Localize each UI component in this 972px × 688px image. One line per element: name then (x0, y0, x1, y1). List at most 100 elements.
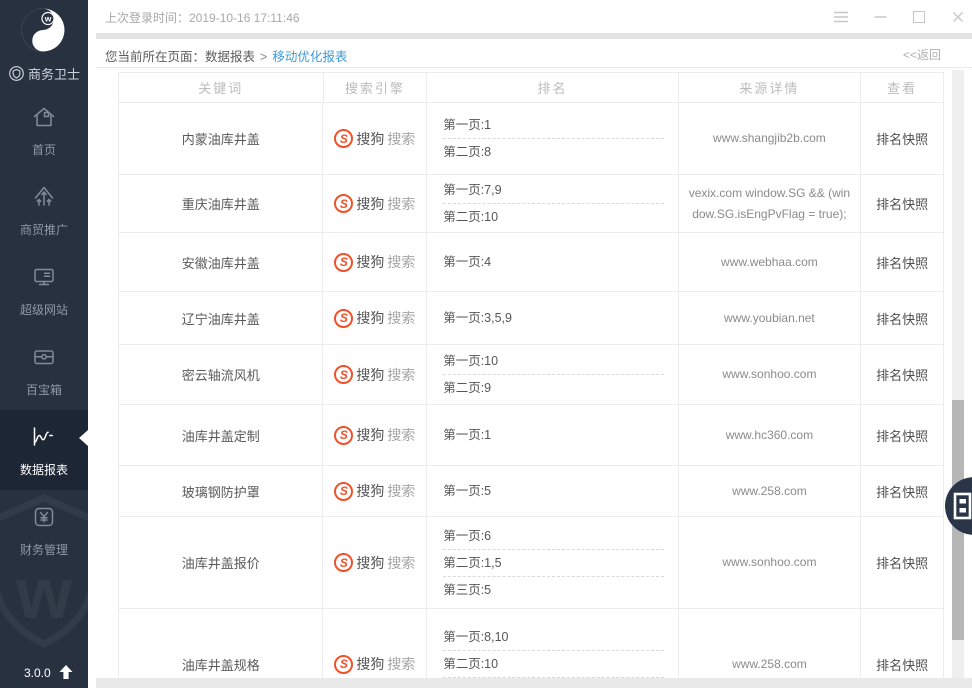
breadcrumb-text: 您当前所在页面：数据报表>移动优化报表 (105, 46, 347, 65)
header-rank: 排名 (427, 73, 678, 102)
website-icon (31, 264, 57, 290)
rank-line: 第三页:5 (443, 576, 663, 603)
rank-line: 第一页:1 (443, 422, 663, 448)
sidebar-item-label: 超级网站 (0, 301, 88, 318)
snapshot-link[interactable]: 排名快照 (861, 517, 943, 608)
engine-cell: S 搜狗搜索 (323, 103, 427, 174)
keyword-cell: 油库井盖定制 (119, 405, 323, 465)
header-view: 查看 (861, 73, 943, 102)
sidebar-item-promotion[interactable]: 商贸推广 (0, 170, 88, 250)
engine-cell: S 搜狗搜索 (323, 175, 427, 232)
rank-cell: 第一页:1 第二页:8 (427, 103, 678, 174)
promotion-icon (31, 184, 57, 210)
keyword-cell: 玻璃钢防护罩 (119, 466, 323, 516)
sidebar: w 商务卫士 首页 (0, 0, 88, 688)
title-bar: 上次登录时间：2019-10-16 17:11:46 (88, 0, 972, 33)
sogou-icon: S (334, 553, 353, 572)
rank-cell: 第一页:6 第二页:1,5 第三页:5 (427, 517, 678, 608)
breadcrumb-section: 数据报表 (205, 50, 255, 64)
bottom-strip (96, 678, 972, 688)
table-row: 油库井盖定制 S 搜狗搜索 第一页:1 www.hc360.com 排名快照 (119, 405, 943, 466)
content-area: 关键词 搜索引擎 排名 来源详情 查看 内蒙油库井盖 S 搜狗搜索 第一页:1 … (88, 68, 972, 688)
sidebar-item-home[interactable]: 首页 (0, 90, 88, 170)
table-row: 安徽油库井盖 S 搜狗搜索 第一页:4 www.webhaa.com 排名快照 (119, 233, 943, 292)
breadcrumb-current-link[interactable]: 移动优化报表 (272, 50, 347, 64)
version-number: 3.0.0 (24, 666, 51, 680)
sogou-icon: S (334, 365, 353, 384)
engine-cell: S 搜狗搜索 (323, 233, 427, 291)
engine-name-suffix: 搜索 (387, 425, 415, 445)
snapshot-link[interactable]: 排名快照 (861, 175, 943, 232)
rank-line: 第一页:8,10 (443, 624, 663, 650)
minimize-icon[interactable] (872, 9, 888, 25)
shield-badge-icon (8, 65, 25, 82)
engine-name: 搜狗 (356, 553, 384, 573)
sidebar-item-reports[interactable]: 数据报表 (0, 410, 88, 490)
sogou-icon: S (334, 426, 353, 445)
update-arrow-icon[interactable] (58, 664, 74, 683)
sidebar-item-website[interactable]: 超级网站 (0, 250, 88, 330)
table-row: 玻璃钢防护罩 S 搜狗搜索 第一页:5 www.258.com 排名快照 (119, 466, 943, 517)
engine-name: 搜狗 (356, 194, 384, 214)
engine-name: 搜狗 (356, 252, 384, 272)
engine-name: 搜狗 (356, 129, 384, 149)
source-cell: www.258.com (679, 609, 862, 688)
source-cell: www.sonhoo.com (679, 517, 862, 608)
keyword-cell: 重庆油库井盖 (119, 175, 323, 232)
engine-name: 搜狗 (356, 654, 384, 674)
snapshot-link[interactable]: 排名快照 (861, 233, 943, 291)
source-cell: www.258.com (679, 466, 862, 516)
snapshot-link[interactable]: 排名快照 (861, 466, 943, 516)
shield-watermark: w (0, 488, 88, 688)
snapshot-link[interactable]: 排名快照 (861, 292, 943, 344)
close-icon[interactable] (950, 9, 966, 25)
vertical-scrollbar-track[interactable] (952, 70, 964, 678)
sogou-icon: S (334, 482, 353, 501)
svg-text:w: w (44, 14, 52, 24)
snapshot-link[interactable]: 排名快照 (861, 405, 943, 465)
rank-line: 第二页:1,5 (443, 549, 663, 576)
sidebar-item-label: 百宝箱 (0, 381, 88, 398)
engine-name-suffix: 搜索 (387, 654, 415, 674)
sidebar-item-toolbox[interactable]: 百宝箱 (0, 330, 88, 410)
keyword-cell: 内蒙油库井盖 (119, 103, 323, 174)
rank-cell: 第一页:8,10 第二页:10 第三页:9 (427, 609, 678, 688)
sogou-icon: S (334, 253, 353, 272)
keyword-cell: 油库井盖报价 (119, 517, 323, 608)
header-engine: 搜索引擎 (324, 73, 428, 102)
menu-icon[interactable] (833, 9, 849, 25)
engine-name: 搜狗 (356, 481, 384, 501)
snapshot-link[interactable]: 排名快照 (861, 609, 943, 688)
source-cell: www.shangjib2b.com (679, 103, 862, 174)
rank-cell: 第一页:10 第二页:9 (427, 345, 678, 404)
engine-name-suffix: 搜索 (387, 252, 415, 272)
rank-cell: 第一页:1 (427, 405, 678, 465)
rank-line: 第二页:10 (443, 650, 663, 677)
active-notch (79, 430, 88, 446)
brand: 商务卫士 (0, 64, 88, 83)
sogou-icon: S (334, 309, 353, 328)
engine-name-suffix: 搜索 (387, 194, 415, 214)
toolbox-icon (31, 344, 57, 370)
engine-name: 搜狗 (356, 365, 384, 385)
app-window: w 商务卫士 首页 (0, 0, 972, 688)
rank-line: 第二页:10 (443, 203, 663, 230)
version-bar: 3.0.0 (0, 664, 88, 682)
rank-line: 第一页:7,9 (443, 177, 663, 203)
maximize-icon[interactable] (911, 9, 927, 25)
engine-name-suffix: 搜索 (387, 308, 415, 328)
rank-line: 第一页:3,5,9 (443, 305, 663, 331)
breadcrumb-prefix: 您当前所在页面： (105, 50, 205, 64)
header-source: 来源详情 (679, 73, 862, 102)
rank-line: 第一页:5 (443, 478, 663, 504)
table-header-row: 关键词 搜索引擎 排名 来源详情 查看 (119, 73, 943, 103)
engine-cell: S 搜狗搜索 (323, 517, 427, 608)
back-link[interactable]: <<返回 (903, 46, 941, 63)
rank-cell: 第一页:3,5,9 (427, 292, 678, 344)
header-keyword: 关键词 (119, 73, 324, 102)
snapshot-link[interactable]: 排名快照 (861, 103, 943, 174)
rank-cell: 第一页:5 (427, 466, 678, 516)
rank-line: 第一页:1 (443, 112, 663, 138)
snapshot-link[interactable]: 排名快照 (861, 345, 943, 404)
svg-text:w: w (15, 554, 73, 634)
